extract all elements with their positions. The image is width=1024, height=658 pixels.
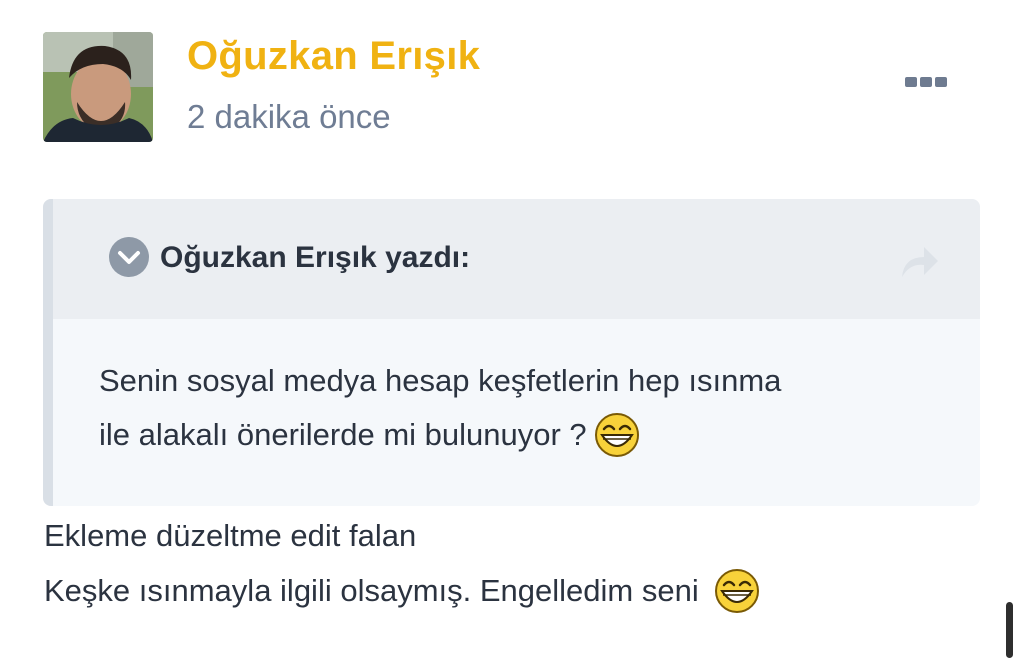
quote-block: Oğuzkan Erışık yazdı: Senin sosyal medya… <box>43 199 980 506</box>
scrollbar[interactable] <box>1006 602 1013 658</box>
chevron-down-circle-icon[interactable] <box>109 237 149 277</box>
quote-line-with-emoji: ile alakalı önerilerde mi bulunuyor ? <box>99 408 939 462</box>
quote-author[interactable]: Oğuzkan Erışık yazdı: <box>160 241 470 275</box>
grin-emoji-icon <box>593 411 641 459</box>
quote-line: ile alakalı önerilerde mi bulunuyor ? <box>99 417 587 452</box>
quote-header: Oğuzkan Erışık yazdı: <box>53 199 980 319</box>
quote-body: Senin sosyal medya hesap keşfetlerin hep… <box>99 354 939 462</box>
reply-line: Ekleme düzeltme edit falan <box>44 518 417 553</box>
dot <box>920 77 932 87</box>
reply-line: Keşke ısınmayla ilgili olsaymış. Engelle… <box>44 573 708 608</box>
share-arrow-icon[interactable] <box>898 243 940 281</box>
quote-bar <box>43 199 53 506</box>
reply-line-with-emoji: Keşke ısınmayla ilgili olsaymış. Engelle… <box>44 563 964 618</box>
avatar[interactable] <box>43 32 153 142</box>
more-options-icon[interactable] <box>898 68 954 96</box>
quote-line: Senin sosyal medya hesap keşfetlerin hep… <box>99 363 782 398</box>
username-link[interactable]: Oğuzkan Erışık <box>187 34 480 79</box>
dot <box>935 77 947 87</box>
dot <box>905 77 917 87</box>
reply-body: Ekleme düzeltme edit falan Keşke ısınmay… <box>44 508 964 618</box>
grin-emoji-icon <box>713 567 761 615</box>
post-timestamp[interactable]: 2 dakika önce <box>187 98 391 136</box>
post-container: Oğuzkan Erışık 2 dakika önce Oğuzkan Erı… <box>0 0 1024 658</box>
